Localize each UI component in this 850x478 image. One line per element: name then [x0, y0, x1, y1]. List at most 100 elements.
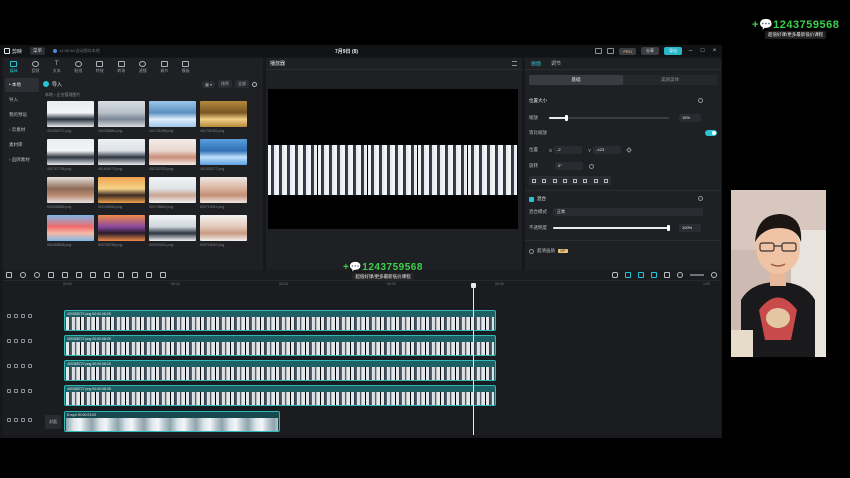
media-thumbnail[interactable]: 500933321.png [149, 215, 196, 250]
eye-icon[interactable] [14, 339, 18, 343]
media-thumbnail[interactable]: 401302277.png [200, 139, 247, 174]
microphone-icon[interactable] [612, 272, 618, 278]
lock-icon[interactable] [7, 389, 11, 393]
share-button[interactable]: 分享 [641, 47, 659, 55]
align-right-icon[interactable] [552, 178, 557, 183]
freeze-icon[interactable] [104, 272, 110, 278]
position-x-input[interactable]: -2 [554, 146, 583, 154]
media-thumbnail[interactable]: 401332333.png [149, 139, 196, 174]
crop-icon[interactable] [160, 272, 166, 278]
delete-icon[interactable] [90, 272, 96, 278]
tab-adjust-inspector[interactable]: 调节 [551, 60, 561, 67]
sidebar-item-cloud[interactable]: › 云素材 [5, 123, 39, 137]
split-right-icon[interactable] [76, 272, 82, 278]
video-clip[interactable]: 400358727.png 00:00:08:25 [64, 385, 496, 406]
more-icon[interactable] [28, 389, 32, 393]
blend-reset-icon[interactable] [698, 196, 703, 201]
lock-icon[interactable] [7, 418, 11, 422]
blend-mode-select[interactable]: 正常 [553, 208, 703, 216]
tab-audio[interactable]: 音频 [25, 58, 47, 76]
main-track-magnet-icon[interactable] [625, 272, 631, 278]
align-top-icon[interactable] [562, 178, 567, 183]
media-thumbnail[interactable]: 500711081.png [200, 177, 247, 212]
flip-v-icon[interactable] [603, 178, 608, 183]
tab-sticker[interactable]: 贴纸 [68, 58, 90, 76]
rotate-input[interactable]: 0° [555, 162, 583, 170]
media-thumbnail[interactable]: 500718397.png [200, 215, 247, 250]
media-thumbnail[interactable]: 400358727.png [47, 101, 94, 136]
audio-mute-icon[interactable] [21, 314, 25, 318]
align-left-icon[interactable] [532, 178, 537, 183]
redo-icon[interactable] [34, 272, 40, 278]
sidebar-item-import[interactable]: 导入 [5, 93, 39, 107]
media-thumbnail[interactable]: 500708652.png [149, 177, 196, 212]
maximize-icon[interactable]: □ [699, 48, 706, 54]
video-clip[interactable]: 400358727.png 00:00:08:25 [64, 335, 496, 356]
lock-icon[interactable] [7, 364, 11, 368]
more-icon[interactable] [28, 314, 32, 318]
tab-adjust[interactable]: 调节 [154, 58, 176, 76]
linkage-icon[interactable] [651, 272, 657, 278]
lock-icon[interactable] [7, 339, 11, 343]
close-icon[interactable]: × [711, 48, 718, 54]
split-left-icon[interactable] [62, 272, 68, 278]
eye-icon[interactable] [14, 364, 18, 368]
opacity-slider[interactable] [553, 225, 670, 231]
export-button[interactable]: 导出 [664, 47, 682, 55]
audio-mute-icon[interactable] [21, 364, 25, 368]
uniform-scale-toggle[interactable] [705, 130, 717, 136]
menu-icon[interactable] [512, 61, 517, 66]
more-icon[interactable] [28, 364, 32, 368]
media-thumbnail[interactable]: 401849175.png [98, 139, 145, 174]
main-video-clip[interactable]: 8.mp4 00:00:23:00 [64, 411, 280, 432]
rotate-icon[interactable] [146, 272, 152, 278]
flip-h-icon[interactable] [593, 178, 598, 183]
undo-icon[interactable] [20, 272, 26, 278]
menu-button[interactable]: 菜单 [30, 47, 46, 55]
reset-icon[interactable] [698, 98, 703, 103]
scale-slider-knob[interactable] [565, 115, 568, 121]
cover-button[interactable]: 封面 [45, 415, 61, 429]
media-thumbnail[interactable]: 500785768.png [98, 215, 145, 250]
eye-icon[interactable] [14, 314, 18, 318]
scale-value[interactable]: 15% [679, 114, 701, 122]
video-clip[interactable]: 400358727.png 00:00:08:25 [64, 360, 496, 381]
blend-checkbox[interactable] [529, 196, 534, 202]
audio-mute-icon[interactable] [21, 389, 25, 393]
keyframe-icon[interactable] [626, 147, 632, 153]
tab-picture[interactable]: 画面 [531, 60, 541, 67]
media-thumbnail[interactable]: 401731252.png [200, 101, 247, 136]
tab-media[interactable]: 媒体 [3, 58, 25, 76]
audio-mute-icon[interactable] [21, 418, 25, 422]
more-icon[interactable] [28, 339, 32, 343]
zoom-out-icon[interactable] [677, 272, 683, 278]
auto-snap-icon[interactable] [638, 272, 644, 278]
project-title[interactable]: 7月9日 (8) [335, 48, 358, 55]
opacity-value[interactable]: 100% [679, 224, 701, 232]
playhead[interactable] [471, 283, 476, 435]
align-bottom-icon[interactable] [583, 178, 588, 183]
select-tool-icon[interactable] [6, 272, 12, 278]
rotate-dial-icon[interactable] [589, 163, 594, 169]
preview-canvas[interactable] [268, 89, 518, 229]
media-thumbnail[interactable]: 500468888.png [47, 215, 94, 250]
media-thumbnail[interactable]: 500436868.png [47, 177, 94, 212]
pro-badge[interactable]: PRO [619, 47, 636, 55]
lock-icon[interactable] [7, 314, 11, 318]
layout-icon[interactable] [595, 48, 603, 54]
enhance-radio[interactable] [529, 248, 534, 254]
sort-button[interactable]: 排序 [218, 80, 232, 88]
mirror-icon[interactable] [132, 272, 138, 278]
tab-transition[interactable]: 转场 [111, 58, 133, 76]
align-center-v-icon[interactable] [573, 178, 578, 183]
tab-filter[interactable]: 滤镜 [132, 58, 154, 76]
align-center-h-icon[interactable] [542, 178, 547, 183]
media-thumbnail[interactable]: 500445660.png [98, 177, 145, 212]
subtab-beauty[interactable]: 美颜美体 [623, 75, 717, 85]
sidebar-item-local[interactable]: • 本地 [5, 78, 39, 92]
shortcut-icon[interactable] [607, 48, 615, 54]
more-icon[interactable] [28, 418, 32, 422]
scale-slider[interactable] [549, 115, 669, 121]
view-toggle[interactable]: ▦ ▾ [202, 80, 215, 88]
sidebar-item-brand[interactable]: › 品牌素材 [5, 153, 39, 167]
